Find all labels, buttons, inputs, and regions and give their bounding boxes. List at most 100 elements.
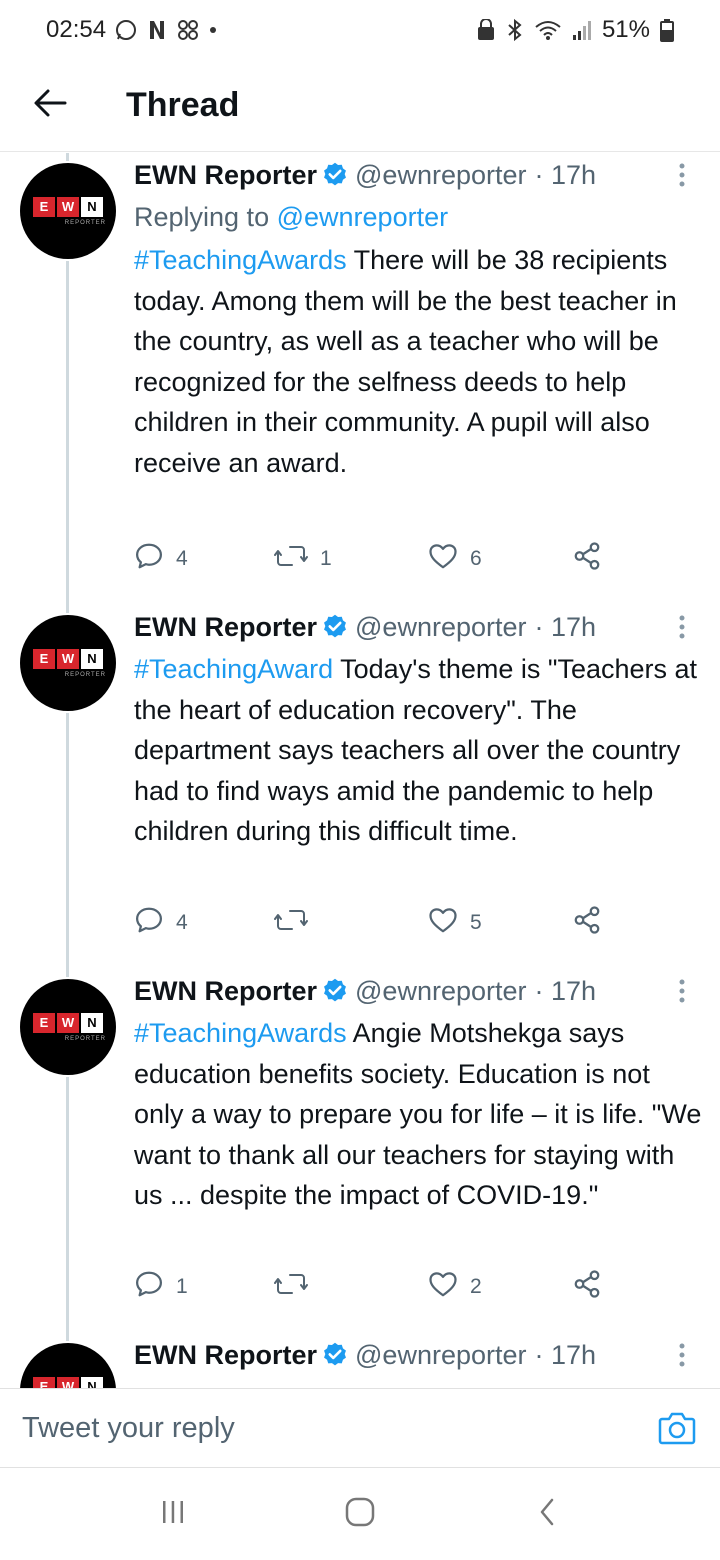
tweet-body: EWN Reporter @ewnreporter · 17h bbox=[134, 1333, 704, 1377]
tweet-text-content: There will be 38 recipients today. Among… bbox=[134, 245, 677, 478]
logo-letter: E bbox=[33, 1376, 55, 1388]
author-handle[interactable]: @ewnreporter bbox=[355, 1340, 526, 1371]
verified-badge-icon bbox=[321, 1341, 349, 1369]
like-count: 2 bbox=[470, 1275, 482, 1298]
logo-letter: W bbox=[57, 1012, 79, 1033]
reply-bar bbox=[0, 1388, 720, 1468]
author-name[interactable]: EWN Reporter bbox=[134, 612, 317, 643]
logo-subtitle: REPORTER bbox=[64, 1035, 106, 1042]
share-icon bbox=[572, 541, 602, 577]
lock-icon bbox=[476, 19, 496, 41]
status-bar: 02:54 51% bbox=[0, 0, 720, 60]
reply-count: 4 bbox=[176, 911, 188, 934]
author-name[interactable]: EWN Reporter bbox=[134, 976, 317, 1007]
tweet-header: EWN Reporter @ewnreporter · 17h bbox=[134, 153, 704, 197]
avatar[interactable]: E W N REPORTER bbox=[20, 615, 116, 711]
avatar[interactable]: E W N REPORTER bbox=[20, 979, 116, 1075]
author-name[interactable]: EWN Reporter bbox=[134, 1340, 317, 1371]
avatar[interactable]: E W N REPORTER bbox=[20, 1343, 116, 1388]
replying-to: Replying to @ewnreporter bbox=[134, 197, 704, 237]
reply-count: 1 bbox=[176, 1275, 188, 1298]
battery-percent: 51% bbox=[601, 16, 650, 43]
author-handle[interactable]: @ewnreporter bbox=[355, 160, 526, 191]
tweet[interactable]: E W N REPORTER EWN Reporter @ewnreporter… bbox=[0, 153, 720, 603]
share-icon bbox=[572, 1269, 602, 1305]
tweet-body: EWN Reporter @ewnreporter · 17h #Teachin… bbox=[134, 969, 704, 1216]
logo-letter: N bbox=[81, 1376, 103, 1388]
retweet-button[interactable] bbox=[274, 906, 320, 940]
home-icon bbox=[344, 1496, 376, 1533]
more-vertical-icon[interactable] bbox=[678, 1342, 704, 1368]
hashtag-link[interactable]: #TeachingAwards bbox=[134, 1018, 347, 1048]
reply-count: 4 bbox=[176, 547, 188, 570]
retweet-button[interactable] bbox=[274, 1270, 320, 1304]
logo-letter: E bbox=[33, 196, 55, 217]
author-handle[interactable]: @ewnreporter bbox=[355, 976, 526, 1007]
page-title: Thread bbox=[126, 86, 240, 124]
logo-letter: N bbox=[81, 648, 103, 669]
verified-badge-icon bbox=[321, 613, 349, 641]
tweet[interactable]: E W N REPORTER EWN Reporter @ewnreporter… bbox=[0, 1333, 720, 1388]
retweet-icon bbox=[274, 542, 308, 576]
like-icon bbox=[428, 906, 458, 940]
recent-apps-button[interactable] bbox=[133, 1484, 213, 1544]
verified-badge-icon bbox=[321, 161, 349, 189]
tweet-text: #TeachingAwards Angie Motshekga says edu… bbox=[134, 1013, 704, 1216]
avatar[interactable]: E W N REPORTER bbox=[20, 163, 116, 259]
signal-icon bbox=[572, 19, 592, 41]
author-handle[interactable]: @ewnreporter bbox=[355, 612, 526, 643]
wifi-icon bbox=[534, 19, 562, 41]
reply-button[interactable]: 4 bbox=[134, 905, 188, 941]
status-time: 02:54 bbox=[46, 16, 107, 43]
reply-button[interactable]: 4 bbox=[134, 541, 188, 577]
hashtag-link[interactable]: #TeachingAwards bbox=[134, 245, 347, 275]
reply-input[interactable] bbox=[22, 1411, 582, 1445]
like-count: 6 bbox=[470, 547, 482, 570]
back-nav-button[interactable] bbox=[507, 1484, 587, 1544]
netflix-icon bbox=[146, 19, 168, 41]
retweet-button[interactable]: 1 bbox=[274, 542, 332, 576]
like-count: 5 bbox=[470, 911, 482, 934]
logo-letter: W bbox=[57, 196, 79, 217]
like-icon bbox=[428, 1270, 458, 1304]
more-vertical-icon[interactable] bbox=[678, 162, 704, 188]
tweet-header: EWN Reporter @ewnreporter · 17h bbox=[134, 969, 704, 1013]
bluetooth-icon bbox=[506, 18, 524, 42]
like-button[interactable]: 5 bbox=[428, 906, 482, 940]
share-button[interactable] bbox=[572, 905, 602, 941]
share-icon bbox=[572, 905, 602, 941]
home-button[interactable] bbox=[320, 1484, 400, 1544]
reply-icon bbox=[134, 1269, 164, 1305]
back-arrow-icon bbox=[33, 88, 67, 123]
battery-icon bbox=[660, 18, 674, 42]
thread-timeline[interactable]: E W N REPORTER EWN Reporter @ewnreporter… bbox=[0, 153, 720, 1388]
tweet-time: · 17h bbox=[534, 611, 597, 642]
author-name[interactable]: EWN Reporter bbox=[134, 160, 317, 191]
retweet-icon bbox=[274, 906, 308, 940]
reply-button[interactable]: 1 bbox=[134, 1269, 188, 1305]
app-header: Thread bbox=[0, 60, 720, 152]
hashtag-link[interactable]: #TeachingAward bbox=[134, 654, 333, 684]
reply-icon bbox=[134, 541, 164, 577]
replying-prefix: Replying to bbox=[134, 202, 270, 232]
share-button[interactable] bbox=[572, 541, 602, 577]
reply-icon bbox=[134, 905, 164, 941]
tweet-time: · 17h bbox=[534, 159, 597, 190]
like-button[interactable]: 2 bbox=[428, 1270, 482, 1304]
tweet[interactable]: E W N REPORTER EWN Reporter @ewnreporter… bbox=[0, 969, 720, 1331]
camera-icon[interactable] bbox=[658, 1411, 696, 1450]
back-button[interactable] bbox=[0, 60, 100, 152]
replying-to-link[interactable]: @ewnreporter bbox=[277, 202, 448, 232]
verified-badge-icon bbox=[321, 977, 349, 1005]
tweet-header: EWN Reporter @ewnreporter · 17h bbox=[134, 1333, 704, 1377]
like-button[interactable]: 6 bbox=[428, 542, 482, 576]
tweet-time: · 17h bbox=[534, 975, 597, 1006]
retweet-count: 1 bbox=[320, 547, 332, 570]
logo-letter: W bbox=[57, 1376, 79, 1388]
tweet[interactable]: E W N REPORTER EWN Reporter @ewnreporter… bbox=[0, 605, 720, 967]
share-button[interactable] bbox=[572, 1269, 602, 1305]
more-vertical-icon[interactable] bbox=[678, 978, 704, 1004]
tweet-actions: 4 5 bbox=[134, 903, 614, 943]
system-nav-bar bbox=[0, 1468, 720, 1560]
more-vertical-icon[interactable] bbox=[678, 614, 704, 640]
